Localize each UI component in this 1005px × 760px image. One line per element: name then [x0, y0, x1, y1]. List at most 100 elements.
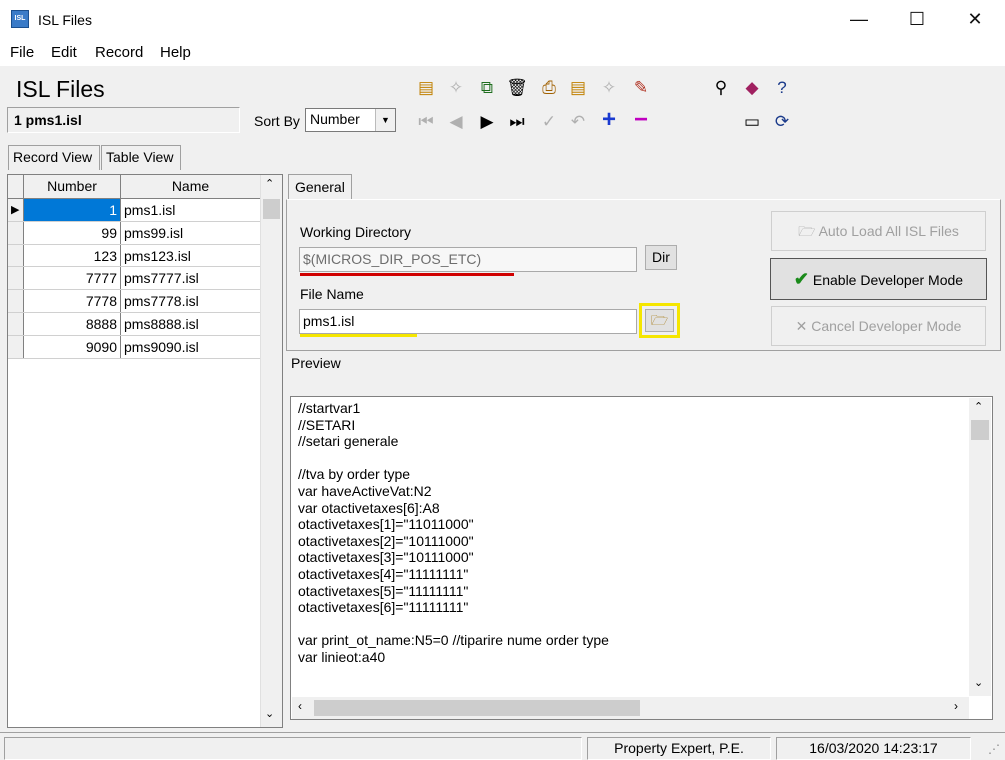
maximize-button[interactable]: ☐: [888, 0, 946, 40]
working-directory-field[interactable]: $(MICROS_DIR_POS_ETC): [299, 247, 637, 272]
app-icon: ISL: [11, 10, 29, 28]
row-number[interactable]: 7777: [24, 267, 121, 290]
print-icon[interactable]: ⎙: [537, 76, 561, 100]
status-datetime: 16/03/2020 14:23:17: [776, 737, 971, 760]
preview-vscroll-thumb[interactable]: [971, 420, 989, 440]
wand2-icon[interactable]: ✧: [597, 76, 621, 100]
undo-icon[interactable]: ↶: [566, 110, 590, 134]
enable-developer-mode-button[interactable]: ✔ Enable Developer Mode: [770, 258, 987, 300]
table-row[interactable]: 7777 pms7777.isl: [8, 267, 282, 291]
row-name[interactable]: pms1.isl: [121, 199, 261, 221]
table-row[interactable]: 123 pms123.isl: [8, 244, 282, 268]
delete-record-icon[interactable]: −: [629, 108, 653, 132]
sort-value: Number: [310, 111, 360, 127]
column-header-name[interactable]: Name: [121, 175, 261, 198]
add-record-icon[interactable]: +: [597, 108, 621, 132]
red-underline: [300, 273, 514, 276]
cancel-dev-label: Cancel Developer Mode: [811, 318, 962, 334]
copy-record-icon[interactable]: ⧉: [475, 76, 499, 100]
chevron-down-icon[interactable]: ▼: [375, 109, 395, 131]
scroll-up-icon[interactable]: ⌃: [265, 177, 274, 190]
trash-icon[interactable]: 🗑: [505, 76, 529, 100]
page-title: ISL Files: [16, 76, 105, 102]
scroll-down-icon[interactable]: ⌄: [265, 707, 274, 720]
row-name[interactable]: pms7778.isl: [121, 290, 261, 312]
sort-label: Sort By: [254, 113, 300, 129]
menu-help[interactable]: Help: [160, 44, 191, 61]
row-number[interactable]: 9090: [24, 335, 121, 358]
preview-vscroll[interactable]: ⌃ ⌄: [969, 398, 991, 696]
menu-record[interactable]: Record: [95, 44, 143, 61]
checkmark-disabled-icon[interactable]: ✓: [537, 110, 561, 134]
open-folder-button[interactable]: 🗁: [645, 309, 674, 332]
table-row[interactable]: 9090 pms9090.isl: [8, 335, 282, 359]
row-selector[interactable]: [8, 312, 24, 335]
resize-grip-icon[interactable]: ⋰: [988, 742, 1000, 756]
wand-icon[interactable]: ✧: [444, 76, 468, 100]
help-pointer-icon[interactable]: ?: [770, 76, 794, 100]
x-icon: ✕: [795, 318, 812, 334]
new-record-icon[interactable]: ▤: [414, 76, 438, 100]
menu-file[interactable]: File: [10, 44, 34, 61]
row-name[interactable]: pms7777.isl: [121, 267, 261, 290]
sort-select[interactable]: Number ▼: [305, 108, 396, 132]
row-number[interactable]: 1: [24, 199, 121, 221]
row-number[interactable]: 8888: [24, 312, 121, 335]
grid-scroll-thumb[interactable]: [263, 199, 280, 219]
row-name[interactable]: pms8888.isl: [121, 312, 261, 335]
folder-icon: 🗁: [650, 312, 669, 328]
row-name[interactable]: pms9090.isl: [121, 335, 261, 358]
first-record-icon[interactable]: ⏮: [414, 110, 438, 134]
export-icon[interactable]: ▤: [566, 76, 590, 100]
scroll-down-icon[interactable]: ⌄: [974, 676, 983, 689]
scroll-up-icon[interactable]: ⌃: [974, 400, 983, 413]
preview-text[interactable]: //startvar1 //SETARI //setari generale /…: [298, 400, 958, 666]
row-selector[interactable]: [8, 267, 24, 290]
records-grid: Number Name ▶ 1 pms1.isl 99 pms99.isl 12…: [7, 174, 283, 728]
scroll-left-icon[interactable]: ‹: [298, 699, 302, 713]
row-name[interactable]: pms99.isl: [121, 221, 261, 244]
book-icon[interactable]: ◆: [740, 76, 764, 100]
preview-hscroll-thumb[interactable]: [314, 700, 640, 716]
table-row[interactable]: 8888 pms8888.isl: [8, 312, 282, 336]
preview-hscroll[interactable]: ‹ ›: [292, 697, 969, 719]
table-row[interactable]: ▶ 1 pms1.isl: [8, 199, 282, 222]
tab-general[interactable]: General: [288, 174, 352, 200]
prev-record-icon[interactable]: ◀: [444, 110, 468, 134]
table-row[interactable]: 7778 pms7778.isl: [8, 290, 282, 313]
tab-record-view[interactable]: Record View: [8, 145, 100, 170]
cancel-developer-mode-button[interactable]: ✕ Cancel Developer Mode: [771, 306, 986, 346]
dir-button[interactable]: Dir: [645, 245, 677, 270]
minimize-button[interactable]: —: [830, 0, 888, 40]
binoculars-icon[interactable]: ⚲: [709, 76, 733, 100]
tab-table-view[interactable]: Table View: [101, 145, 181, 170]
yellow-underline: [300, 334, 417, 337]
grid-scrollbar[interactable]: ⌃ ⌄: [260, 175, 282, 727]
row-number[interactable]: 123: [24, 244, 121, 267]
row-selector[interactable]: [8, 290, 24, 312]
pencil-icon[interactable]: ✎: [629, 76, 653, 100]
row-number[interactable]: 7778: [24, 290, 121, 312]
auto-load-button[interactable]: 🗁 Auto Load All ISL Files: [771, 211, 986, 251]
file-name-field[interactable]: pms1.isl: [299, 309, 637, 334]
row-selector[interactable]: [8, 244, 24, 267]
row-selector[interactable]: [8, 335, 24, 358]
refresh-icon[interactable]: ⟳: [770, 110, 794, 134]
grid-corner: [8, 175, 24, 198]
row-number[interactable]: 99: [24, 221, 121, 244]
checkmark-icon: ✔: [793, 269, 809, 289]
close-button[interactable]: ✕: [946, 0, 1004, 40]
menu-bar: [0, 40, 1005, 66]
status-panel-main: [4, 737, 582, 760]
column-header-number[interactable]: Number: [24, 175, 121, 198]
scroll-right-icon[interactable]: ›: [954, 699, 958, 713]
monitor-icon[interactable]: ▭: [740, 110, 764, 134]
grid-header: Number Name: [8, 175, 282, 199]
row-name[interactable]: pms123.isl: [121, 244, 261, 267]
next-record-icon[interactable]: ▶: [475, 110, 499, 134]
table-row[interactable]: 99 pms99.isl: [8, 221, 282, 245]
menu-edit[interactable]: Edit: [51, 44, 77, 61]
last-record-icon[interactable]: ⏭: [505, 110, 529, 134]
row-selector[interactable]: [8, 221, 24, 244]
auto-load-label: Auto Load All ISL Files: [818, 223, 959, 239]
